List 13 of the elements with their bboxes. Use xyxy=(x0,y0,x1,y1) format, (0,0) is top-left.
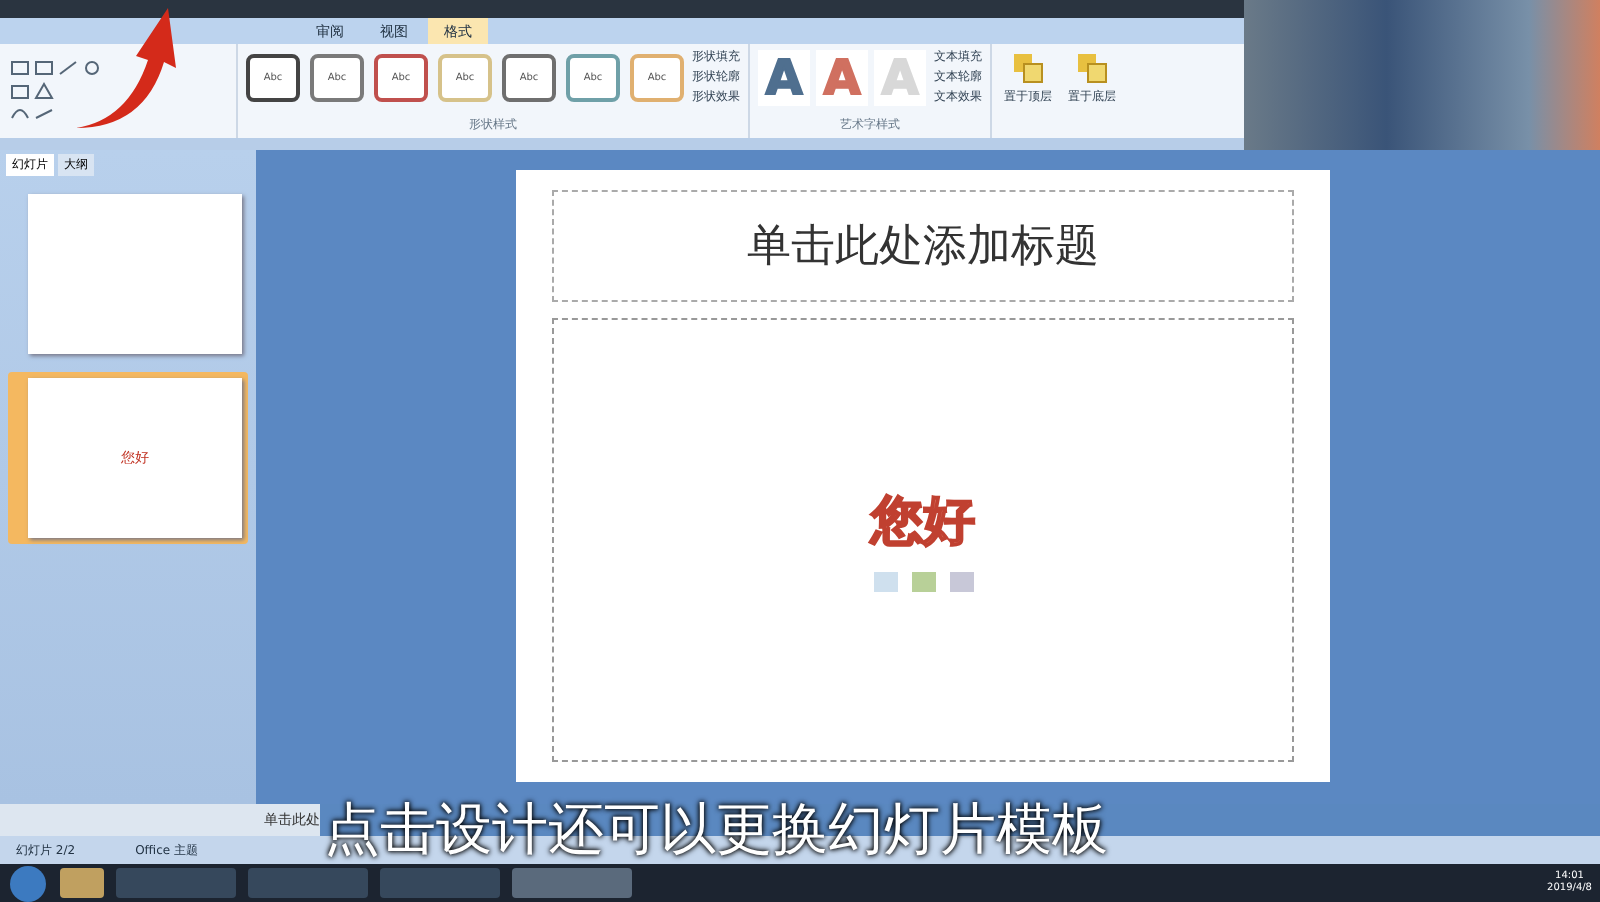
start-button[interactable] xyxy=(8,863,48,902)
taskbar-app[interactable] xyxy=(380,868,500,898)
taskbar-app[interactable] xyxy=(248,868,368,898)
insert-content-icon[interactable] xyxy=(871,567,975,595)
layers-icon xyxy=(1076,52,1108,84)
folder-icon[interactable] xyxy=(60,868,104,898)
wordart-text: 您好 xyxy=(871,489,975,555)
title-placeholder[interactable]: 单击此处添加标题 xyxy=(552,190,1294,302)
taskbar-app[interactable] xyxy=(512,868,632,898)
wordart-style[interactable]: A xyxy=(758,49,810,105)
layers-icon xyxy=(1012,52,1044,84)
content-placeholder[interactable]: 您好 xyxy=(552,318,1294,762)
taskbar-app[interactable] xyxy=(116,868,236,898)
